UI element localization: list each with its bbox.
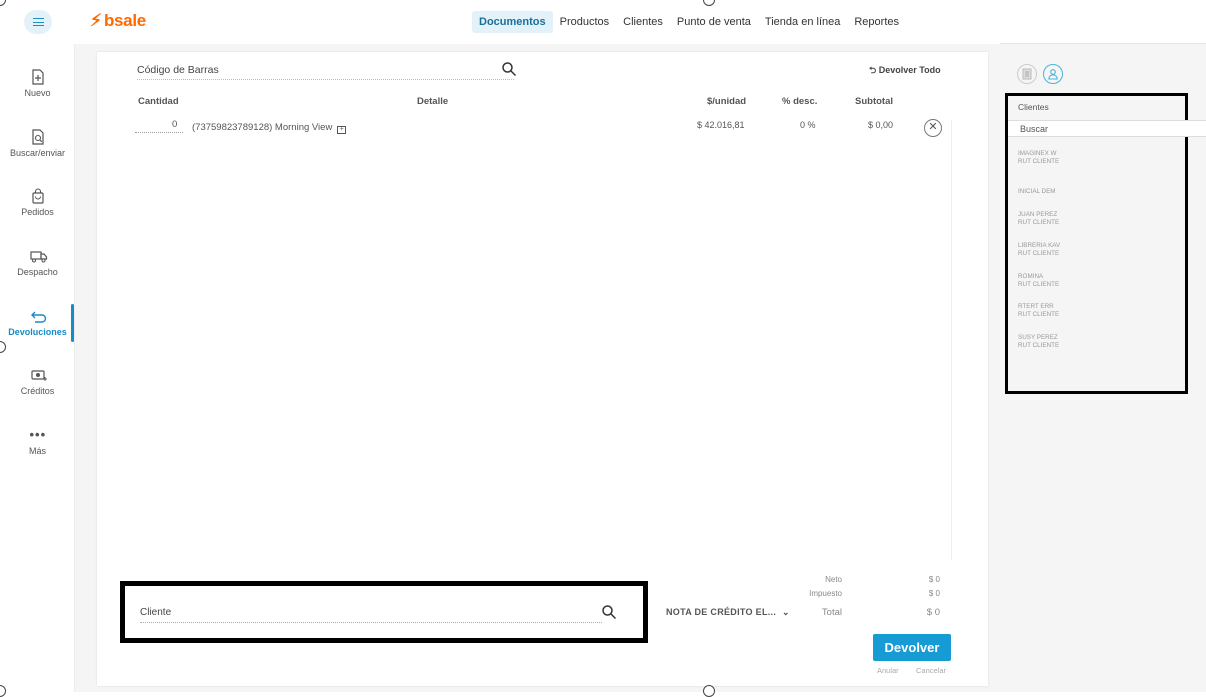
nav-reportes[interactable]: Reportes	[847, 11, 906, 33]
cancelar-link[interactable]: Cancelar	[916, 666, 946, 675]
client-name: LIBRERIA KAV	[1018, 242, 1061, 249]
nav-documentos[interactable]: Documentos	[472, 11, 553, 33]
client-item[interactable]: INICIAL DEM	[1018, 188, 1056, 196]
top-nav: Documentos Productos Clientes Punto de v…	[472, 11, 906, 33]
search-icon[interactable]	[601, 604, 617, 620]
neto-value: $ 0	[928, 575, 940, 584]
brand-name: bsale	[103, 11, 146, 30]
client-item[interactable]: LIBRERIA KAV RUT CLIENTE	[1018, 242, 1060, 258]
document-type-value: NOTA DE CRÉDITO EL...	[666, 607, 777, 617]
nav-clientes[interactable]: Clientes	[616, 11, 670, 33]
sidebar-item-label: Nuevo	[24, 88, 51, 98]
document-tab-icon[interactable]	[1017, 64, 1037, 84]
sidebar-item-despacho[interactable]: Despacho	[0, 248, 75, 296]
client-name: JUAN PEREZ	[1018, 211, 1058, 218]
sidebar-item-creditos[interactable]: Créditos	[0, 367, 75, 415]
column-header-detalle: Detalle	[417, 96, 449, 107]
column-header-subtotal: Subtotal	[855, 96, 893, 107]
client-search-box: Cliente	[120, 581, 648, 643]
client-rut: RUT CLIENTE	[1018, 311, 1060, 318]
client-item[interactable]: JUAN PEREZ RUT CLIENTE	[1018, 211, 1059, 227]
client-input[interactable]: Cliente	[140, 607, 602, 623]
barcode-input[interactable]: Código de Barras	[137, 62, 514, 80]
total-label: Total	[821, 607, 842, 618]
sidebar-item-label: Despacho	[17, 267, 58, 277]
sidebar-item-pedidos[interactable]: Pedidos	[0, 188, 75, 236]
sidebar-item-label: Devoluciones	[8, 327, 67, 337]
nav-productos[interactable]: Productos	[553, 11, 617, 33]
return-all-label: Devolver Todo	[878, 65, 941, 75]
client-name: ROMINA	[1018, 273, 1044, 280]
neto-label: Neto	[825, 575, 842, 584]
column-header-cantidad: Cantidad	[138, 96, 179, 107]
client-rut: RUT CLIENTE	[1018, 158, 1060, 165]
brand-logo[interactable]: ⚡︎ bsale	[90, 11, 146, 31]
client-item[interactable]: SUSY PEREZ RUT CLIENTE	[1018, 334, 1059, 350]
devolver-button[interactable]: Devolver	[873, 634, 951, 661]
client-name: INICIAL DEM	[1018, 188, 1056, 195]
impuesto-label: Impuesto	[809, 589, 842, 598]
nav-tienda-en-linea[interactable]: Tienda en línea	[758, 11, 847, 33]
right-panel-tabs	[1017, 64, 1063, 84]
sidebar-item-label: Más	[28, 446, 46, 456]
client-name: RTERT ERR	[1018, 303, 1054, 310]
sidebar-item-label: Pedidos	[21, 207, 54, 217]
unit-price: $ 42.016,81	[697, 120, 745, 130]
client-rut: RUT CLIENTE	[1018, 342, 1060, 349]
clients-panel: Clientes Buscar IMAGINEX W RUT CLIENTE I…	[1005, 93, 1206, 394]
resize-handle[interactable]	[703, 685, 715, 697]
sidebar: Nuevo Buscar/enviar Pedidos Despacho Dev…	[0, 44, 75, 692]
divider	[1000, 43, 1206, 44]
clients-title: Clientes	[1018, 102, 1049, 112]
quantity-input-underline	[135, 132, 183, 133]
sidebar-item-label: Buscar/enviar	[9, 148, 66, 158]
menu-icon[interactable]	[24, 10, 52, 34]
shopping-bag-icon	[30, 188, 46, 204]
client-rut: RUT CLIENTE	[1018, 219, 1060, 226]
client-name: IMAGINEX W	[1018, 150, 1057, 157]
quantity-input[interactable]: 0	[172, 119, 177, 130]
client-rut: RUT CLIENTE	[1018, 281, 1060, 288]
discount-value[interactable]: 0 %	[800, 120, 816, 130]
total-value: $ 0	[926, 607, 940, 618]
top-bar: ⚡︎ bsale Documentos Productos Clientes P…	[0, 0, 1206, 44]
return-arrow-icon: ⮌	[869, 65, 877, 75]
money-icon	[30, 367, 47, 383]
search-icon[interactable]	[501, 61, 517, 77]
user-tab-icon[interactable]	[1043, 64, 1063, 84]
bolt-icon: ⚡︎	[90, 11, 102, 30]
sidebar-item-devoluciones[interactable]: Devoluciones	[0, 304, 75, 356]
truck-icon	[29, 248, 47, 264]
add-note-icon[interactable]: +	[337, 126, 347, 134]
sidebar-item-nuevo[interactable]: Nuevo	[0, 69, 75, 117]
more-dots-icon: •••	[29, 427, 47, 442]
client-name: SUSY PEREZ	[1018, 334, 1058, 341]
clients-search-input[interactable]: Buscar	[1008, 120, 1206, 137]
return-arrow-icon	[30, 308, 46, 324]
product-detail-text: (73759823789128) Morning View	[192, 122, 333, 133]
return-all-button[interactable]: ⮌ Devolver Todo	[869, 63, 941, 79]
sidebar-item-mas[interactable]: ••• Más	[0, 427, 75, 475]
sidebar-item-buscar-enviar[interactable]: Buscar/enviar	[0, 129, 75, 177]
search-document-icon	[30, 129, 46, 145]
divider	[951, 120, 952, 560]
client-item[interactable]: RTERT ERR RUT CLIENTE	[1018, 303, 1059, 319]
product-detail: (73759823789128) Morning View +	[192, 122, 347, 134]
subtotal-value: $ 0,00	[868, 120, 894, 130]
client-item[interactable]: IMAGINEX W RUT CLIENTE	[1018, 150, 1059, 166]
column-header-unidad: $/unidad	[707, 96, 747, 107]
client-item[interactable]: ROMINA RUT CLIENTE	[1018, 273, 1059, 289]
client-rut: RUT CLIENTE	[1018, 250, 1060, 257]
new-document-icon	[30, 69, 46, 85]
sidebar-item-label: Créditos	[20, 386, 55, 396]
anular-link[interactable]: Anular	[877, 666, 899, 675]
remove-row-button[interactable]: ✕	[924, 119, 942, 137]
nav-punto-de-venta[interactable]: Punto de venta	[670, 11, 758, 33]
column-header-desc: % desc.	[782, 96, 818, 107]
document-type-select[interactable]: NOTA DE CRÉDITO EL... ⌄	[666, 607, 790, 618]
impuesto-value: $ 0	[928, 589, 940, 598]
